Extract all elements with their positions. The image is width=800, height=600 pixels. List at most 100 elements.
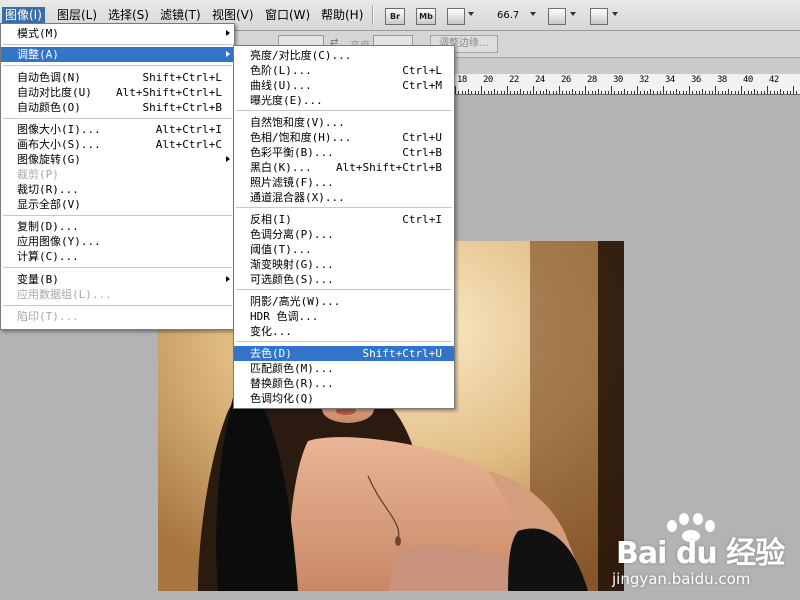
chevron-down-icon[interactable]: [570, 12, 576, 16]
menu-separator: [3, 215, 232, 216]
menu-separator: [3, 267, 232, 268]
menu-item-adjustments[interactable]: 调整(A): [1, 47, 234, 62]
menu-item-invert[interactable]: 反相(I) Ctrl+I: [234, 212, 454, 227]
menu-item-threshold[interactable]: 阈值(T)...: [234, 242, 454, 257]
menu-item-canvas-size[interactable]: 画布大小(S)... Alt+Ctrl+C: [1, 137, 234, 152]
menu-item-hdr-toning[interactable]: HDR 色调...: [234, 309, 454, 324]
menu-item-reveal-all[interactable]: 显示全部(V): [1, 197, 234, 212]
ruler-tick: [539, 91, 541, 94]
ruler-tick: [767, 86, 768, 94]
menu-image[interactable]: 图像(I): [2, 7, 45, 24]
ruler-label: 30: [613, 75, 623, 85]
menu-item-replace-color[interactable]: 替换颜色(R)...: [234, 376, 454, 391]
menu-item-desaturate[interactable]: 去色(D) Shift+Ctrl+U: [234, 346, 454, 361]
menu-item-channel-mixer[interactable]: 通道混合器(X)...: [234, 190, 454, 205]
menu-item-auto-color[interactable]: 自动颜色(O) Shift+Ctrl+B: [1, 100, 234, 115]
ruler-tick: [555, 91, 557, 94]
ruler-label: 36: [691, 75, 701, 85]
ruler-tick: [581, 91, 583, 94]
menu-item-brightness-contrast[interactable]: 亮度/对比度(C)...: [234, 48, 454, 63]
bridge-button[interactable]: Br: [385, 8, 405, 25]
ruler-tick: [549, 91, 551, 94]
menu-item-apply-image[interactable]: 应用图像(Y)...: [1, 234, 234, 249]
menu-item-shadows-highlights[interactable]: 阴影/高光(W)...: [234, 294, 454, 309]
ruler-label: 20: [483, 75, 493, 85]
ruler-tick: [796, 91, 798, 94]
menu-item-vibrance[interactable]: 自然饱和度(V)...: [234, 115, 454, 130]
chevron-down-icon[interactable]: [468, 12, 474, 16]
menu-help[interactable]: 帮助(H): [318, 7, 366, 24]
ruler-tick: [607, 91, 609, 94]
menu-select[interactable]: 选择(S): [105, 7, 152, 24]
ruler-tick: [685, 91, 687, 94]
menu-item-selective-color[interactable]: 可选颜色(S)...: [234, 272, 454, 287]
ruler-tick: [669, 91, 671, 94]
menu-item-levels[interactable]: 色阶(L)... Ctrl+L: [234, 63, 454, 78]
ruler-tick: [663, 86, 664, 94]
ruler-tick: [757, 91, 759, 94]
menu-item-calculations[interactable]: 计算(C)...: [1, 249, 234, 264]
ruler-tick: [650, 89, 651, 94]
menu-item-gradient-map[interactable]: 渐变映射(G)...: [234, 257, 454, 272]
menu-item-auto-contrast[interactable]: 自动对比度(U) Alt+Shift+Ctrl+L: [1, 85, 234, 100]
menu-item-mode[interactable]: 模式(M): [1, 26, 234, 41]
ruler-tick: [646, 91, 648, 94]
ruler-tick: [458, 91, 460, 94]
menu-item-color-balance[interactable]: 色彩平衡(B)... Ctrl+B: [234, 145, 454, 160]
ruler-tick: [455, 86, 456, 94]
menu-view[interactable]: 视图(V): [209, 7, 257, 24]
chevron-down-icon[interactable]: [530, 12, 536, 16]
ruler-tick: [513, 91, 515, 94]
mini-bridge-button[interactable]: Mb: [416, 8, 436, 25]
screen-mode-icon[interactable]: [590, 8, 608, 25]
ruler-tick: [741, 86, 742, 94]
ruler-tick: [617, 91, 619, 94]
ruler-tick: [786, 91, 788, 94]
menu-item-exposure[interactable]: 曝光度(E)...: [234, 93, 454, 108]
menu-item-hue-saturation[interactable]: 色相/饱和度(H)... Ctrl+U: [234, 130, 454, 145]
ruler-tick: [695, 91, 697, 94]
view-extras-icon[interactable]: [447, 8, 465, 25]
menu-item-posterize[interactable]: 色调分离(P)...: [234, 227, 454, 242]
ruler-tick: [737, 91, 739, 94]
menu-layer[interactable]: 图层(L): [54, 7, 100, 24]
ruler-tick: [533, 86, 534, 94]
menu-item-image-rotation[interactable]: 图像旋转(G): [1, 152, 234, 167]
ruler-tick: [780, 89, 781, 94]
menu-item-duplicate[interactable]: 复制(D)...: [1, 219, 234, 234]
ruler-label: 42: [769, 75, 779, 85]
ruler-tick: [620, 91, 622, 94]
menu-item-photo-filter[interactable]: 照片滤镜(F)...: [234, 175, 454, 190]
ruler-label: 22: [509, 75, 519, 85]
watermark-logo: Bai du 经验: [616, 536, 785, 571]
menu-item-auto-tone[interactable]: 自动色调(N) Shift+Ctrl+L: [1, 70, 234, 85]
menu-item-variations[interactable]: 变化...: [234, 324, 454, 339]
ruler-label: 18: [457, 75, 467, 85]
menu-item-image-size[interactable]: 图像大小(I)... Alt+Ctrl+I: [1, 122, 234, 137]
ruler-tick: [750, 91, 752, 94]
ruler-tick: [477, 91, 479, 94]
zoom-level[interactable]: 66.7: [494, 7, 522, 24]
ruler-tick: [708, 91, 710, 94]
ruler-tick: [484, 91, 486, 94]
menu-window[interactable]: 窗口(W): [262, 7, 313, 24]
menu-item-match-color[interactable]: 匹配颜色(M)...: [234, 361, 454, 376]
menu-item-curves[interactable]: 曲线(U)... Ctrl+M: [234, 78, 454, 93]
ruler-tick: [598, 89, 599, 94]
arrange-documents-icon[interactable]: [548, 8, 566, 25]
ruler-tick: [507, 86, 508, 94]
submenu-arrow-icon: [226, 156, 230, 162]
horizontal-ruler[interactable]: 18 20 22 24 26 28 30 32 34 36 38 40 42: [453, 74, 800, 95]
ruler-tick: [594, 91, 596, 94]
menu-item-trim[interactable]: 裁切(R)...: [1, 182, 234, 197]
menu-filter[interactable]: 滤镜(T): [157, 7, 204, 24]
menu-item-variables[interactable]: 变量(B): [1, 272, 234, 287]
ruler-tick: [559, 86, 560, 94]
menu-item-equalize[interactable]: 色调均化(Q): [234, 391, 454, 406]
menu-item-black-white[interactable]: 黑白(K)... Alt+Shift+Ctrl+B: [234, 160, 454, 175]
chevron-down-icon[interactable]: [612, 12, 618, 16]
ruler-tick: [552, 91, 554, 94]
ruler-label: 38: [717, 75, 727, 85]
ruler-tick: [614, 91, 616, 94]
ruler-tick: [520, 89, 521, 94]
